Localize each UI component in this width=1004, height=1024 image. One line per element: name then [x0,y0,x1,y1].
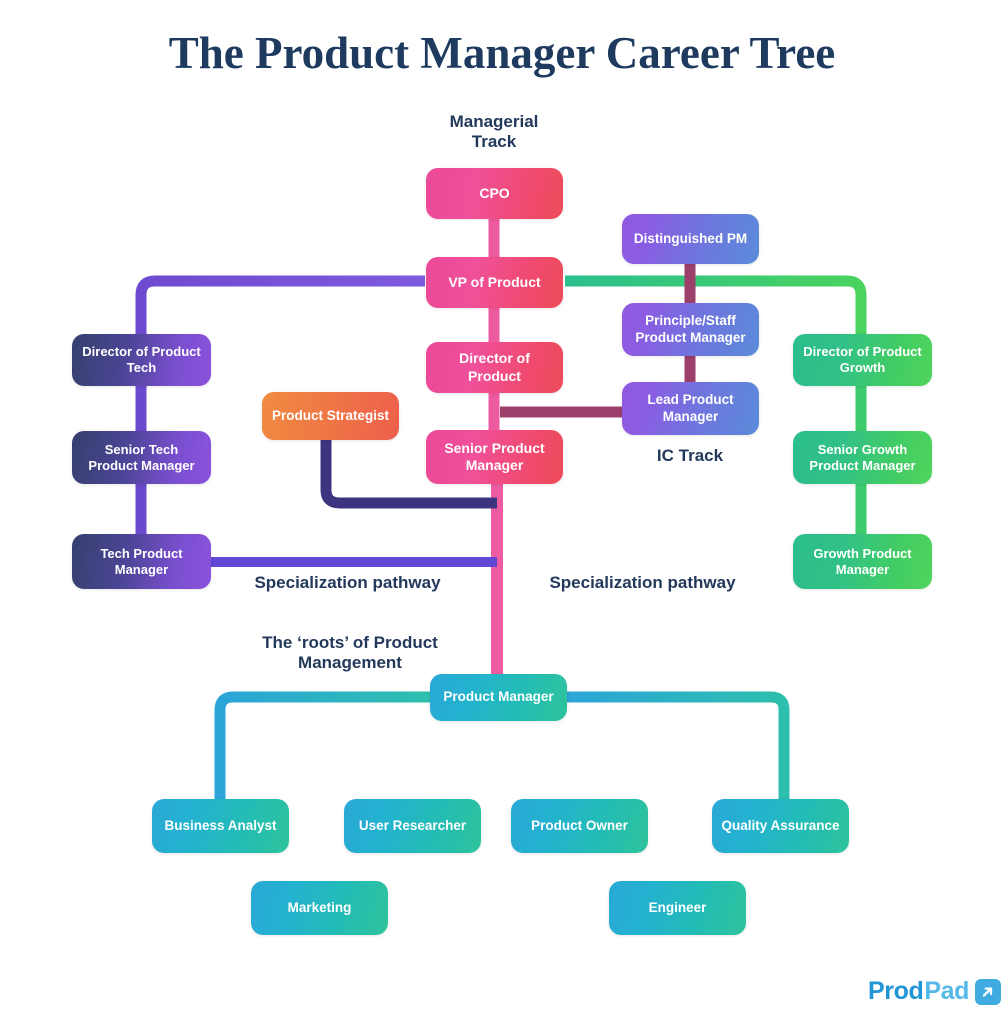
specialization-pathway-right-label: Specialization pathway [549,573,736,592]
career-tree-diagram: The Product Manager Career Tree Manageri… [0,0,1004,1024]
managerial-track-label: Managerial Track [449,112,539,152]
node-cpo[interactable]: CPO [426,168,563,219]
node-director-of-product-growth[interactable]: Director of Product Growth [793,334,932,386]
specialization-pathway-left-label: Specialization pathway [254,573,441,592]
node-distinguished-pm[interactable]: Distinguished PM [622,214,759,264]
ic-track-label: IC Track [656,446,724,465]
page-title-text: The Product Manager Career Tree [168,28,836,78]
node-product-owner[interactable]: Product Owner [511,799,648,853]
node-growth-product-manager[interactable]: Growth Product Manager [793,534,932,589]
node-tech-product-manager[interactable]: Tech Product Manager [72,534,211,589]
node-business-analyst[interactable]: Business Analyst [152,799,289,853]
node-principle-staff-product-manager[interactable]: Principle/Staff Product Manager [622,303,759,356]
roots-label: The ‘roots’ of Product Management [262,633,438,673]
node-director-of-product-tech[interactable]: Director of Product Tech [72,334,211,386]
node-product-strategist[interactable]: Product Strategist [262,392,399,440]
node-product-manager[interactable]: Product Manager [430,674,567,721]
connector-lines [135,218,867,886]
node-senior-product-manager[interactable]: Senior Product Manager [426,430,563,484]
edge-roots [214,691,790,886]
logo-word-pad: Pad [924,977,970,1005]
node-vp-of-product[interactable]: VP of Product [426,257,563,308]
logo-word-prod: Prod [868,977,924,1005]
node-quality-assurance[interactable]: Quality Assurance [712,799,849,853]
node-engineer[interactable]: Engineer [609,881,746,935]
page-title: The Product Manager Career Tree [0,27,1004,79]
prodpad-logo[interactable]: Prod Pad [868,977,1002,1006]
arrow-up-right-icon [975,978,1002,1005]
node-senior-tech-product-manager[interactable]: Senior Tech Product Manager [72,431,211,484]
node-marketing[interactable]: Marketing [251,881,388,935]
node-director-of-product[interactable]: Director of Product [426,342,563,393]
node-lead-product-manager[interactable]: Lead Product Manager [622,382,759,435]
node-senior-growth-product-manager[interactable]: Senior Growth Product Manager [793,431,932,484]
node-user-researcher[interactable]: User Researcher [344,799,481,853]
